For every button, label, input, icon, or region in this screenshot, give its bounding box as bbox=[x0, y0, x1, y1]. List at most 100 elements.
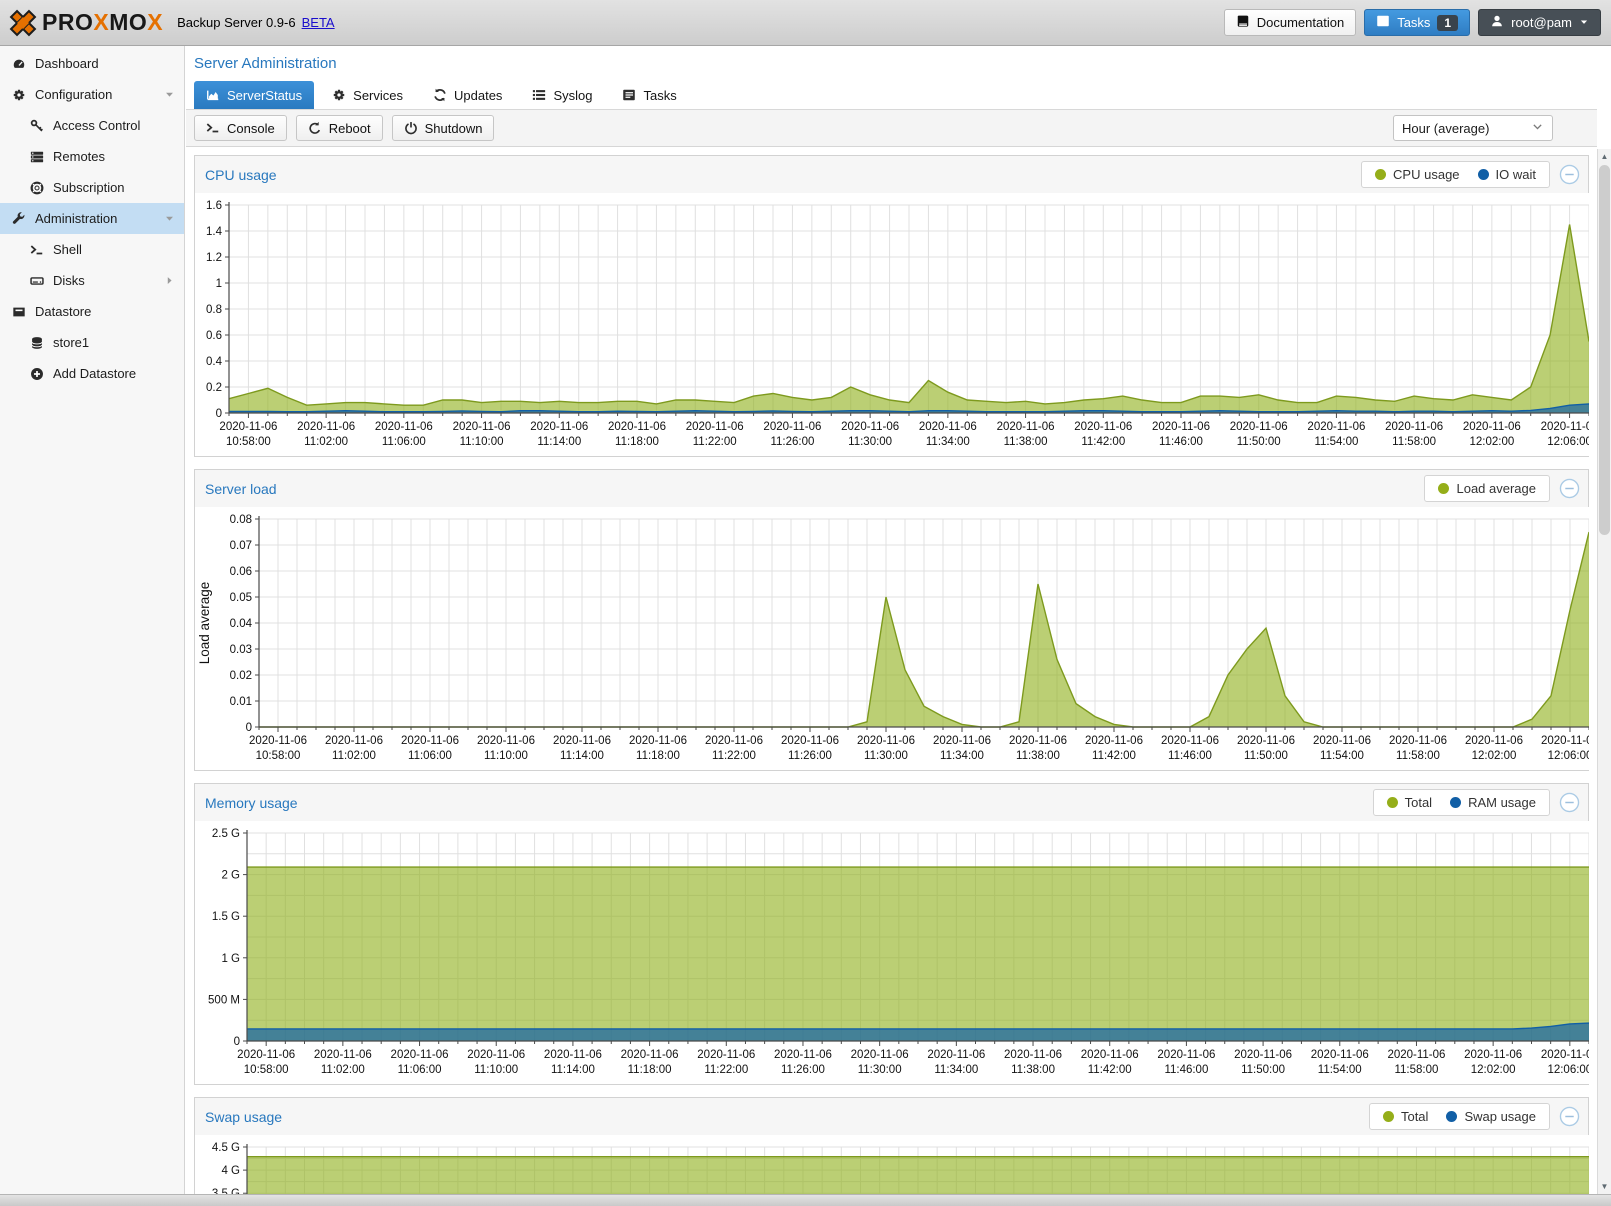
panel-title-mem: Memory usage bbox=[205, 795, 1373, 811]
sidebar-item-dashboard[interactable]: Dashboard bbox=[0, 48, 184, 79]
console-button[interactable]: Console bbox=[194, 115, 287, 141]
sidebar-item-label: Dashboard bbox=[35, 56, 99, 71]
legend-item-total: Total bbox=[1383, 1109, 1428, 1124]
gauge-icon bbox=[11, 57, 26, 71]
sidebar-item-store1[interactable]: store1 bbox=[0, 327, 184, 358]
app-header: PROXMOX Backup Server 0.9-6 BETA Documen… bbox=[0, 0, 1611, 46]
sidebar-item-label: store1 bbox=[53, 335, 89, 350]
svg-text:500 M: 500 M bbox=[208, 994, 240, 1006]
collapse-panel-icon[interactable] bbox=[1559, 792, 1580, 813]
panel-load: Server load Load average00.010.020.030.04… bbox=[194, 469, 1589, 771]
svg-text:Load average: Load average bbox=[197, 582, 212, 665]
tab-bar: ServerStatus Services Updates Syslog Tasks bbox=[186, 81, 1597, 110]
tab-serverstatus[interactable]: ServerStatus bbox=[194, 81, 314, 109]
legend-item-cpu-usage: CPU usage bbox=[1375, 167, 1459, 182]
svg-text:0.03: 0.03 bbox=[230, 644, 252, 656]
svg-text:2.5 G: 2.5 G bbox=[212, 828, 240, 840]
legend-dot bbox=[1375, 169, 1386, 180]
svg-text:0.07: 0.07 bbox=[230, 540, 252, 552]
legend-dot bbox=[1383, 1111, 1394, 1122]
sidebar-item-shell[interactable]: Shell bbox=[0, 234, 184, 265]
svg-text:1.6: 1.6 bbox=[206, 200, 222, 212]
sidebar-item-datastore[interactable]: Datastore bbox=[0, 296, 184, 327]
sidebar-item-access-control[interactable]: Access Control bbox=[0, 110, 184, 141]
header-documentation-button[interactable]: Documentation bbox=[1224, 9, 1356, 36]
legend-label: IO wait bbox=[1496, 167, 1536, 182]
plus-circle-icon bbox=[29, 367, 44, 381]
sidebar-item-subscription[interactable]: Subscription bbox=[0, 172, 184, 203]
wrench-icon bbox=[11, 212, 26, 226]
button-label: Shutdown bbox=[425, 121, 483, 136]
tab-syslog[interactable]: Syslog bbox=[520, 81, 604, 109]
chart-load: 00.010.020.030.040.050.060.070.082020-11… bbox=[195, 507, 1589, 770]
terminal-icon bbox=[206, 121, 220, 135]
panel-title-load: Server load bbox=[205, 481, 1424, 497]
svg-text:0.05: 0.05 bbox=[230, 592, 252, 604]
legend-item-io-wait: IO wait bbox=[1478, 167, 1536, 182]
svg-text:1: 1 bbox=[216, 278, 222, 290]
sidebar-item-remotes[interactable]: Remotes bbox=[0, 141, 184, 172]
main-content: Server Administration ServerStatus Servic… bbox=[186, 46, 1597, 1194]
sidebar-item-configuration[interactable]: Configuration bbox=[0, 79, 184, 110]
tab-tasks[interactable]: Tasks bbox=[610, 81, 688, 109]
chart-swap: 0500 M1 G1.5 G2 G2.5 G3 G3.5 G4 G4.5 G20… bbox=[195, 1135, 1589, 1194]
scroll-up-arrow-icon[interactable]: ▲ bbox=[1598, 149, 1611, 164]
database-icon bbox=[29, 336, 44, 350]
legend-dot bbox=[1438, 483, 1449, 494]
button-label: root@pam bbox=[1511, 15, 1572, 30]
lifering-icon bbox=[29, 181, 44, 195]
svg-text:4.5 G: 4.5 G bbox=[212, 1142, 240, 1154]
tab-services[interactable]: Services bbox=[320, 81, 415, 109]
legend-label: Total bbox=[1401, 1109, 1428, 1124]
beta-link[interactable]: BETA bbox=[302, 15, 335, 30]
sidebar-item-label: Remotes bbox=[53, 149, 105, 164]
sidebar-item-disks[interactable]: Disks bbox=[0, 265, 184, 296]
legend-label: Swap usage bbox=[1464, 1109, 1536, 1124]
button-label: Tasks bbox=[1397, 15, 1430, 30]
svg-text:0: 0 bbox=[216, 408, 222, 420]
header-tasks-button[interactable]: Tasks 1 bbox=[1364, 9, 1470, 36]
tab-label: Syslog bbox=[553, 88, 592, 103]
scroll-down-arrow-icon[interactable]: ▼ bbox=[1598, 1179, 1611, 1194]
chart-legend: Total Swap usage bbox=[1369, 1103, 1550, 1130]
sidebar-item-add-datastore[interactable]: Add Datastore bbox=[0, 358, 184, 389]
panel-mem: Memory usageTotalRAM usage0500 M1 G1.5 G… bbox=[194, 783, 1589, 1085]
interval-select[interactable]: Hour (average) bbox=[1393, 115, 1553, 141]
legend-item-total: Total bbox=[1387, 795, 1432, 810]
collapse-panel-icon[interactable] bbox=[1559, 164, 1580, 185]
sidebar-item-administration[interactable]: Administration bbox=[0, 203, 184, 234]
legend-label: Total bbox=[1405, 795, 1432, 810]
vertical-scrollbar[interactable]: ▲ ▼ bbox=[1597, 149, 1611, 1194]
scrollbar-thumb[interactable] bbox=[1599, 165, 1610, 535]
tab-label: ServerStatus bbox=[227, 88, 302, 103]
legend-dot bbox=[1387, 797, 1398, 808]
shutdown-button[interactable]: Shutdown bbox=[392, 115, 495, 141]
collapse-panel-icon[interactable] bbox=[1559, 1106, 1580, 1127]
header-root-pam-button[interactable]: root@pam bbox=[1478, 9, 1601, 36]
tab-label: Updates bbox=[454, 88, 502, 103]
svg-text:4 G: 4 G bbox=[221, 1165, 240, 1177]
caret-down-icon bbox=[1579, 15, 1589, 30]
collapse-panel-icon[interactable] bbox=[1559, 478, 1580, 499]
terminal-icon bbox=[29, 243, 44, 257]
proxmox-x-icon bbox=[8, 8, 38, 38]
legend-item-swap-usage: Swap usage bbox=[1446, 1109, 1536, 1124]
datastore-icon bbox=[11, 305, 26, 319]
button-label: Documentation bbox=[1257, 15, 1344, 30]
sidebar-item-label: Access Control bbox=[53, 118, 140, 133]
tasklist-icon bbox=[1376, 14, 1390, 31]
interval-select-value: Hour (average) bbox=[1402, 121, 1489, 136]
chart-legend: CPU usage IO wait bbox=[1361, 161, 1550, 188]
page-title: Server Administration bbox=[186, 46, 1597, 72]
reboot-button[interactable]: Reboot bbox=[296, 115, 383, 141]
svg-text:0: 0 bbox=[234, 1036, 240, 1048]
tab-updates[interactable]: Updates bbox=[421, 81, 514, 109]
chart-panels: CPU usageCPU usageIO wait00.20.40.60.811… bbox=[186, 147, 1597, 1194]
tasks-count-badge: 1 bbox=[1437, 15, 1458, 31]
tab-label: Services bbox=[353, 88, 403, 103]
panel-header: CPU usageCPU usage IO wait bbox=[195, 156, 1588, 193]
chart-legend: TotalRAM usage bbox=[1373, 789, 1550, 816]
panel-header: Swap usageTotal Swap usage bbox=[195, 1098, 1588, 1135]
sidebar-item-label: Shell bbox=[53, 242, 82, 257]
panel-swap: Swap usageTotalSwap usage0500 M1 G1.5 G2… bbox=[194, 1097, 1589, 1194]
